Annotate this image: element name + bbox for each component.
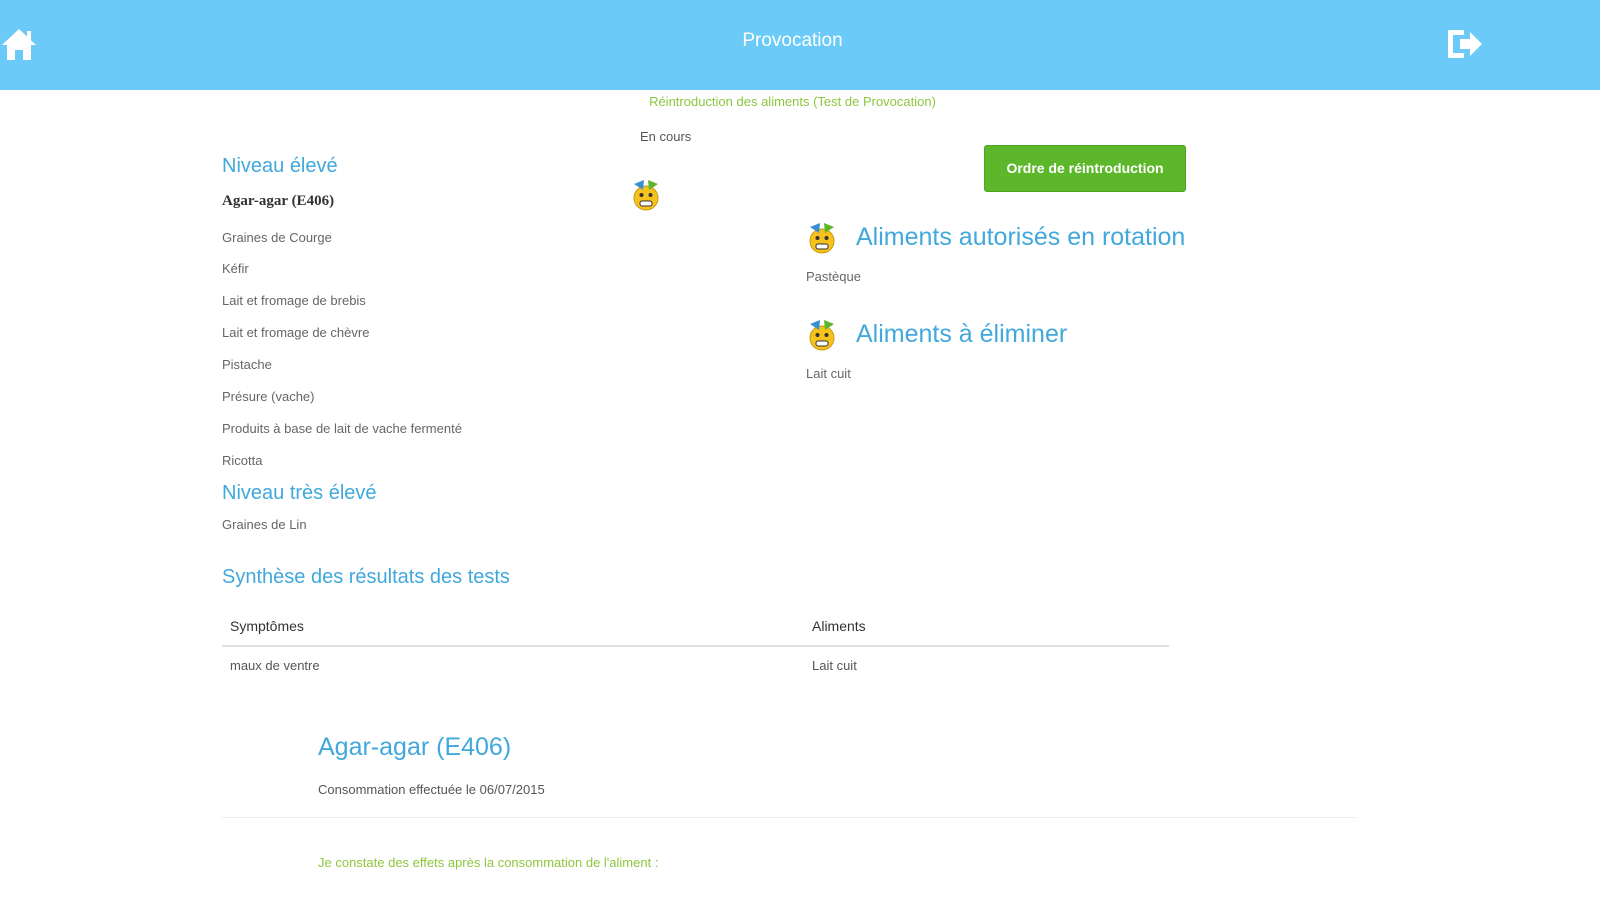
eliminate-foods-title: Aliments à éliminer [856, 320, 1068, 348]
reintroduction-order-button[interactable]: Ordre de réintroduction [984, 145, 1186, 192]
food-item[interactable]: Lait et fromage de brebis [222, 293, 366, 308]
food-item[interactable]: Pistache [222, 357, 272, 372]
divider [222, 817, 1357, 818]
food-item[interactable]: Présure (vache) [222, 389, 314, 404]
food-item[interactable]: Ricotta [222, 453, 262, 468]
table-divider [222, 645, 1169, 647]
effects-prompt: Je constate des effets après la consomma… [318, 855, 659, 870]
food-item[interactable]: Graines de Lin [222, 517, 307, 532]
current-food[interactable]: Agar-agar (E406) [222, 193, 334, 210]
level-very-high-title: Niveau très élevé [222, 482, 377, 504]
food-item[interactable]: Produits à base de lait de vache ferment… [222, 421, 462, 436]
food-item[interactable]: Graines de Courge [222, 230, 332, 245]
top-bar: Provocation [0, 0, 1600, 90]
page-subtitle: Réintroduction des aliments (Test de Pro… [649, 94, 936, 109]
food-item[interactable]: Kéfir [222, 261, 249, 276]
eliminate-food-item: Lait cuit [806, 366, 851, 381]
table-cell-symptom: maux de ventre [230, 658, 320, 673]
table-cell-food: Lait cuit [812, 658, 857, 673]
smiley-icon [633, 180, 659, 211]
consumption-date: Consommation effectuée le 06/07/2015 [318, 782, 545, 797]
column-header-symptoms: Symptômes [230, 618, 304, 634]
synthesis-title: Synthèse des résultats des tests [222, 566, 510, 588]
column-header-foods: Aliments [812, 618, 866, 634]
food-item[interactable]: Lait et fromage de chèvre [222, 325, 369, 340]
status-text: En cours [640, 129, 692, 144]
smiley-icon [809, 320, 835, 351]
detail-food-title: Agar-agar (E406) [318, 733, 512, 761]
level-high-title: Niveau élevé [222, 155, 338, 177]
allowed-food-item: Pastèque [806, 269, 861, 284]
page-title: Provocation [742, 30, 843, 51]
allowed-foods-title: Aliments autorisés en rotation [856, 223, 1186, 251]
logout-icon[interactable] [1444, 26, 1484, 62]
smiley-icon [809, 223, 835, 254]
